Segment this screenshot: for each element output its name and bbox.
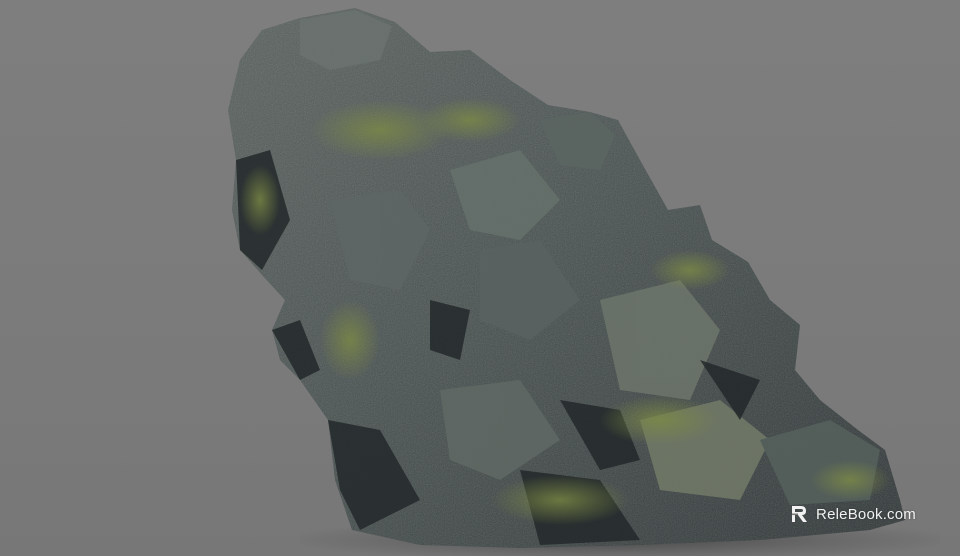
- watermark-suffix: .com: [882, 505, 916, 523]
- watermark-brand: ReleBook: [816, 505, 883, 523]
- relebook-logo-icon: [792, 506, 808, 522]
- render-viewport: ReleBook .com: [0, 0, 960, 556]
- rock-model: [228, 8, 905, 548]
- watermark: ReleBook .com: [790, 504, 916, 524]
